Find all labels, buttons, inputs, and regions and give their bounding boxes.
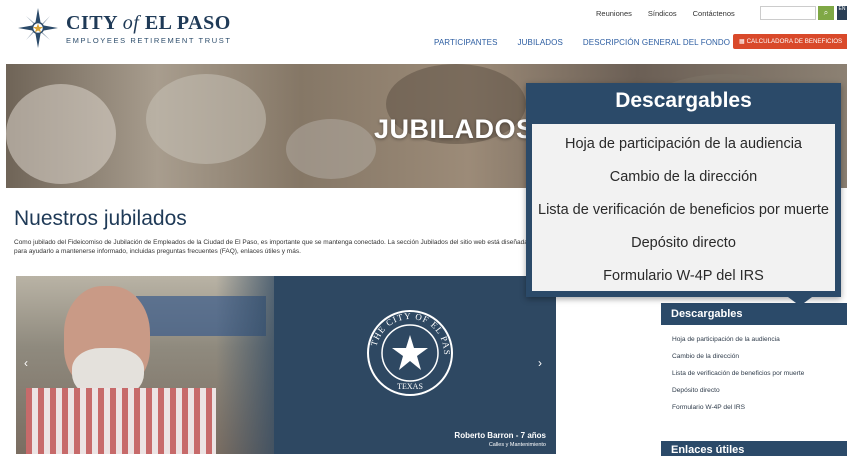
site-header: CITY of EL PASO EMPLOYEES RETIREMENT TRU… (0, 0, 847, 64)
intro-text: Como jubilado del Fideicomiso de Jubilac… (14, 239, 528, 255)
slider-next-button[interactable]: › (538, 356, 542, 370)
logo-title: CITY of EL PASO (66, 11, 231, 34)
site-logo[interactable]: CITY of EL PASO EMPLOYEES RETIREMENT TRU… (18, 8, 232, 48)
seal-bottom-text: TEXAS (397, 382, 423, 391)
search-input[interactable] (760, 6, 816, 20)
benefits-calculator-button[interactable]: ▦ CALCULADORA DE BENEFICIOS (733, 34, 847, 49)
retiree-slider[interactable]: THE CITY OF EL PASO TEXAS ‹ › Roberto Ba… (16, 276, 556, 454)
hero-paint-cans (6, 84, 116, 184)
callout-link-audience-sheet[interactable]: Hoja de participación de la audiencia (526, 136, 841, 152)
language-button[interactable]: EN (837, 6, 847, 20)
nav-item-fund-overview[interactable]: DESCRIPCIÓN GENERAL DEL FONDO (583, 38, 730, 47)
search-icon: ⌕ (823, 8, 829, 17)
sidebar-downloads-title: Descargables (661, 303, 847, 325)
slide-caption-name: Roberto Barron - 7 años (454, 431, 546, 440)
sidebar-downloads: Descargables Hoja de participación de la… (661, 303, 847, 421)
page-title: Nuestros jubilados (14, 207, 187, 230)
util-link-meetings[interactable]: Reuniones (596, 9, 632, 18)
sidebar-link-audience-sheet[interactable]: Hoja de participación de la audiencia (672, 331, 847, 348)
callout-link-w4p[interactable]: Formulario W-4P del IRS (526, 268, 841, 284)
nav-item-jubilados[interactable]: JUBILADOS (518, 38, 563, 47)
callout-link-death-benefits[interactable]: Lista de verificación de beneficios por … (526, 202, 841, 218)
city-seal-icon: THE CITY OF EL PASO TEXAS (366, 309, 453, 396)
slider-prev-button[interactable]: ‹ (24, 356, 28, 370)
sidebar-link-address-change[interactable]: Cambio de la dirección (672, 348, 847, 365)
main-nav: PARTICIPANTES JUBILADOS DESCRIPCIÓN GENE… (434, 38, 730, 47)
nav-item-participantes[interactable]: PARTICIPANTES (434, 38, 498, 47)
hero-title: JUBILADOS (374, 114, 535, 144)
hero-paint-bucket (146, 74, 266, 164)
callout-link-address-change[interactable]: Cambio de la dirección (526, 169, 841, 185)
search-button[interactable]: ⌕ (818, 6, 834, 20)
utility-nav: Reuniones Síndicos Contáctenos (596, 9, 735, 18)
calculator-icon: ▦ (739, 38, 745, 45)
callout-link-direct-deposit[interactable]: Depósito directo (526, 235, 841, 251)
sidebar-link-w4p[interactable]: Formulario W-4P del IRS (672, 399, 847, 416)
sidebar-link-direct-deposit[interactable]: Depósito directo (672, 382, 847, 399)
downloads-zoom-callout: Descargables Hoja de participación de la… (526, 83, 841, 297)
callout-pointer (788, 297, 812, 306)
slide-caption-dept: Calles y Mantenimiento (488, 442, 546, 448)
util-link-trustees[interactable]: Síndicos (648, 9, 677, 18)
sidebar-link-death-benefits[interactable]: Lista de verificación de beneficios por … (672, 365, 847, 382)
sidebar-useful-links-title: Enlaces útiles (661, 441, 847, 456)
star-compass-icon (18, 8, 58, 48)
logo-subtitle: EMPLOYEES RETIREMENT TRUST (66, 35, 232, 45)
util-link-contact[interactable]: Contáctenos (693, 9, 735, 18)
callout-title: Descargables (615, 89, 752, 112)
hero-cans (286, 119, 376, 179)
